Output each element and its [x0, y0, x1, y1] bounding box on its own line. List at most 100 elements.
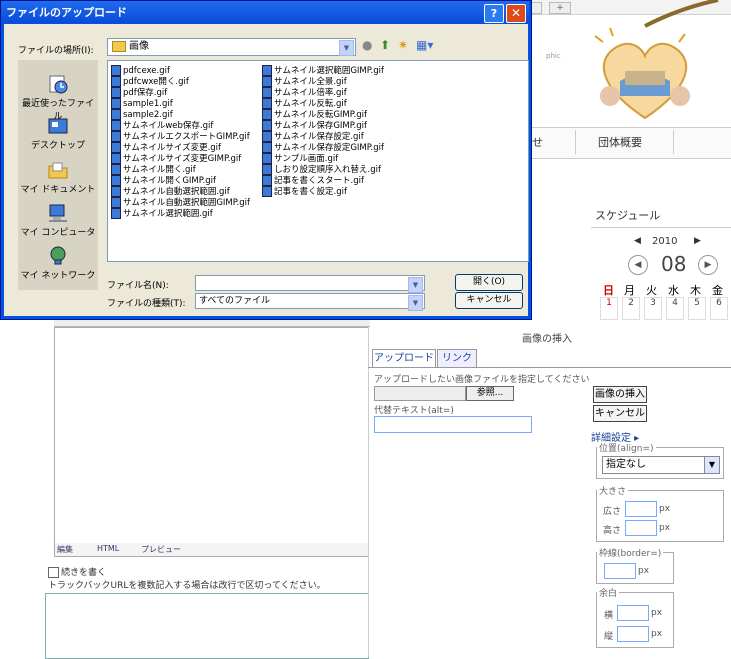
prev-year-icon[interactable]: ◀ — [634, 236, 641, 246]
tab-html[interactable]: HTML — [97, 544, 119, 553]
gif-file-icon — [262, 98, 272, 109]
border-input[interactable] — [604, 563, 636, 579]
calendar-day[interactable]: 3 — [644, 297, 662, 320]
chevron-down-icon[interactable]: ▼ — [408, 295, 423, 311]
place-computer[interactable]: マイ コンピュータ — [18, 203, 98, 238]
hspace-input[interactable] — [617, 605, 649, 621]
file-item[interactable]: サムネイル開くGIMP.gif — [111, 175, 216, 186]
calendar-day[interactable]: 5 — [688, 297, 706, 320]
upload-file-input[interactable] — [374, 386, 466, 401]
continue-checkbox[interactable] — [48, 567, 59, 578]
file-item[interactable]: pdfcexe.gif — [111, 65, 170, 76]
prev-month-icon[interactable]: ◀ — [628, 255, 648, 275]
file-item[interactable]: サムネイル選択範囲.gif — [111, 208, 213, 219]
width-input[interactable] — [625, 501, 657, 517]
nav-item-about[interactable]: 団体概要 — [598, 128, 642, 158]
file-name: サムネイル開く.gif — [123, 165, 196, 175]
file-item[interactable]: サムネイル保存設定GIMP.gif — [262, 142, 384, 153]
file-item[interactable]: サムネイル反転GIMP.gif — [262, 109, 367, 120]
file-item[interactable]: サムネイルサイズ変更.gif — [111, 142, 221, 153]
alt-text-input[interactable] — [374, 416, 532, 433]
filetype-select[interactable]: すべてのファイル ▼ — [195, 293, 425, 311]
calendar-day[interactable]: 4 — [666, 297, 684, 320]
file-item[interactable]: サムネイル倍率.gif — [262, 87, 347, 98]
file-item[interactable]: サムネイルサイズ変更GIMP.gif — [111, 153, 241, 164]
file-item[interactable]: サムネイル反転.gif — [262, 98, 347, 109]
px-unit: px — [638, 566, 650, 576]
weekday: 月 — [624, 284, 635, 297]
file-item[interactable]: サムネイル自動選択範囲GIMP.gif — [111, 197, 250, 208]
lookin-label: ファイルの場所(I): — [18, 46, 94, 56]
tab-preview[interactable]: プレビュー — [141, 544, 181, 555]
file-item[interactable]: サムネイル保存設定.gif — [262, 131, 364, 142]
chevron-down-icon[interactable]: ▼ — [704, 457, 719, 473]
back-icon[interactable]: ● — [362, 38, 372, 52]
filename-input[interactable]: ▼ — [195, 275, 425, 293]
insert-image-button[interactable]: 画像の挿入 — [593, 386, 647, 403]
file-item[interactable]: pdfcwxe開く.gif — [111, 76, 189, 87]
vspace-label: 縦 — [604, 632, 614, 642]
insert-cancel-button[interactable]: キャンセル — [593, 405, 647, 422]
nav-item-partial[interactable]: せ — [532, 128, 543, 158]
height-input[interactable] — [625, 520, 657, 536]
file-item[interactable]: 記事を書く設定.gif — [262, 186, 347, 197]
help-button[interactable]: ? — [484, 4, 504, 23]
new-folder-icon[interactable]: ✷ — [398, 38, 408, 52]
open-button[interactable]: 開く(O) — [455, 274, 523, 291]
tab-edit[interactable]: 編集 — [57, 544, 73, 555]
view-menu-icon[interactable]: ▦▾ — [416, 38, 433, 52]
calendar-day[interactable]: 1 — [600, 297, 618, 320]
editor-textarea[interactable] — [54, 327, 370, 544]
tab-link[interactable]: リンク — [437, 349, 477, 368]
file-item[interactable]: サムネイル全景.gif — [262, 76, 347, 87]
editor-mode-tabs: 編集 HTML プレビュー — [54, 543, 372, 557]
place-desktop[interactable]: デスクトップ — [18, 116, 98, 151]
place-documents[interactable]: マイ ドキュメント — [18, 160, 98, 195]
file-item[interactable]: sample2.gif — [111, 109, 173, 120]
align-select[interactable]: 指定なし ▼ — [602, 456, 720, 474]
file-item[interactable]: 記事を書くスタート.gif — [262, 175, 364, 186]
file-name: サムネイル倍率.gif — [274, 88, 347, 98]
file-name: pdfcwxe開く.gif — [123, 77, 189, 87]
gif-file-icon — [262, 76, 272, 87]
file-item[interactable]: サムネイル選択範囲GIMP.gif — [262, 65, 384, 76]
chevron-down-icon[interactable]: ▼ — [408, 277, 423, 293]
vspace-input[interactable] — [617, 626, 649, 642]
close-button[interactable]: ✕ — [506, 4, 526, 23]
next-month-icon[interactable]: ▶ — [698, 255, 718, 275]
new-tab-button[interactable]: + — [549, 2, 571, 14]
gif-file-icon — [111, 153, 121, 164]
cancel-button[interactable]: キャンセル — [455, 292, 523, 309]
lookin-select[interactable]: 画像 ▼ — [107, 38, 356, 56]
gif-file-icon — [111, 186, 121, 197]
calendar-day[interactable]: 2 — [622, 297, 640, 320]
trackback-textarea[interactable] — [45, 593, 369, 659]
file-item[interactable]: サンプル画面.gif — [262, 153, 338, 164]
file-name: サムネイルサイズ変更GIMP.gif — [123, 154, 242, 164]
calendar-day[interactable]: 6 — [710, 297, 728, 320]
dialog-title: ファイルのアップロード — [6, 6, 127, 19]
hspace-label: 横 — [604, 611, 614, 621]
upload-instruction: アップロードしたい画像ファイルを指定してください — [374, 375, 590, 385]
browse-button[interactable]: 参照... — [466, 386, 514, 401]
tab-upload[interactable]: アップロード — [372, 349, 436, 368]
file-name: サムネイル自動選択範囲GIMP.gif — [123, 198, 251, 208]
gif-file-icon — [111, 65, 121, 76]
file-item[interactable]: サムネイル自動選択範囲.gif — [111, 186, 230, 197]
file-item[interactable]: pdf保存.gif — [111, 87, 167, 98]
advanced-settings-link[interactable]: 詳細設定 ▸ — [591, 429, 671, 444]
chevron-down-icon[interactable]: ▼ — [339, 40, 354, 56]
place-network[interactable]: マイ ネットワーク — [18, 246, 98, 281]
place-recent[interactable]: 最近使ったファイル — [18, 74, 98, 122]
file-item[interactable]: しおり設定順序入れ替え.gif — [262, 164, 381, 175]
up-folder-icon[interactable]: ⬆ — [380, 38, 390, 52]
places-bar: 最近使ったファイル デスクトップ マイ ドキュメント マイ コンピュータ マイ … — [18, 60, 98, 290]
file-item[interactable]: サムネイルweb保存.gif — [111, 120, 213, 131]
file-item[interactable]: sample1.gif — [111, 98, 173, 109]
file-item[interactable]: サムネイル開く.gif — [111, 164, 196, 175]
next-year-icon[interactable]: ▶ — [694, 236, 701, 246]
gif-file-icon — [262, 87, 272, 98]
file-item[interactable]: サムネイル保存GIMP.gif — [262, 120, 367, 131]
file-item[interactable]: サムネイルエクスポートGIMP.gif — [111, 131, 250, 142]
gif-file-icon — [262, 153, 272, 164]
